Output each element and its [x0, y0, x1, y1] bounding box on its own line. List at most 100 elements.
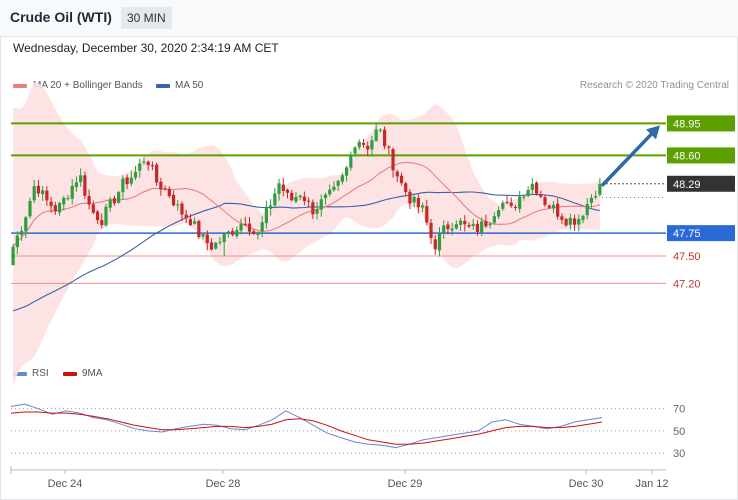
candle-body [129, 177, 133, 184]
candle-body [433, 239, 437, 250]
candle-body [273, 193, 277, 206]
candle-body [180, 203, 184, 215]
candle-body [547, 205, 551, 208]
candle-body [155, 164, 159, 183]
rsi-ma-line [10, 411, 603, 445]
candle-body [277, 183, 281, 195]
candle-body [332, 186, 336, 190]
candle-body [302, 196, 306, 202]
candle-body [509, 202, 513, 206]
candle-body [585, 204, 589, 216]
candle-body [395, 171, 399, 177]
candle-body [319, 199, 323, 210]
candle-body [522, 196, 526, 198]
candle-body [260, 222, 264, 232]
candle-body [323, 194, 328, 199]
candle-body [62, 197, 66, 205]
candle-body [142, 161, 146, 163]
candle-body [36, 185, 41, 194]
candle-body [543, 197, 547, 205]
candle-body [100, 220, 104, 226]
projection-arrow-shaft [600, 130, 656, 187]
candle-body [41, 190, 45, 195]
candle-body [370, 140, 374, 150]
candle-body [475, 223, 480, 233]
candle-body [539, 194, 543, 197]
candle-body [247, 223, 252, 232]
candle-body [87, 196, 91, 205]
candle-body [594, 196, 598, 198]
candle-body [437, 233, 442, 251]
candle-body [193, 221, 197, 224]
candle-body [163, 188, 167, 190]
candle-body [57, 203, 62, 213]
candle-body [188, 219, 193, 226]
candle-body [480, 221, 484, 233]
candle-body [201, 234, 205, 237]
candle-body [534, 182, 539, 194]
candle-body [399, 175, 404, 184]
candle-body [117, 192, 121, 203]
candle-body [243, 223, 247, 225]
candle-body [205, 234, 209, 244]
candle-body [551, 204, 556, 209]
candle-body [513, 206, 518, 208]
candle-body [252, 231, 256, 234]
candle-body [11, 246, 15, 266]
candle-body [598, 183, 602, 195]
candle-body [374, 129, 378, 141]
candle-body [391, 149, 395, 171]
candle-body [412, 196, 416, 203]
candle-body [264, 207, 269, 224]
candle-body [176, 204, 180, 206]
candle-body [74, 182, 79, 188]
candle-body [24, 217, 28, 232]
candle-body [53, 205, 57, 212]
candle-body [564, 218, 568, 226]
candle-body [159, 181, 163, 190]
candle-body [79, 175, 83, 182]
rsi-tick-label: 50 [673, 426, 685, 438]
candle-body [226, 231, 231, 233]
candle-body [484, 221, 488, 227]
price-chart-svg: 48.95 48.60 48.29 47.75 47.50 47.20 70 50 30 Dec … [10, 82, 735, 490]
candle-body [416, 197, 420, 208]
resistance-label: 48.60 [673, 150, 701, 162]
candle-body [463, 221, 467, 225]
candle-body [404, 183, 408, 193]
candle-body [526, 190, 530, 196]
bollinger-band-area [13, 82, 600, 386]
candle-body [556, 203, 560, 217]
candle-body [285, 189, 290, 193]
pivot-label: 47.75 [673, 228, 701, 240]
candle-body [505, 201, 509, 203]
candle-body [471, 223, 475, 226]
candle-body [214, 242, 218, 249]
candle-body [150, 165, 155, 167]
rsi-line [10, 403, 603, 449]
x-tick-label: Jan 12 [635, 478, 668, 490]
candle-body [589, 197, 594, 203]
candle-body [311, 202, 315, 215]
candle-body [231, 231, 235, 235]
candle-body [290, 192, 294, 201]
candle-body [146, 161, 150, 166]
candle-body [572, 218, 577, 225]
candle-body [429, 222, 433, 239]
candle-body [167, 188, 171, 197]
support-label: 47.20 [673, 278, 701, 290]
candle-body [353, 147, 357, 154]
candle-body [125, 177, 129, 185]
candle-body [222, 233, 226, 243]
candle-body [501, 202, 505, 209]
candle-body [112, 198, 117, 204]
candle-body [387, 146, 391, 148]
candle-body [108, 199, 112, 208]
candle-body [467, 224, 471, 227]
rsi-tick-label: 70 [673, 404, 685, 416]
candle-body [218, 241, 222, 243]
candle-body [378, 129, 382, 131]
candle-body [560, 216, 564, 220]
candle-body [492, 216, 496, 223]
candle-body [269, 205, 273, 209]
